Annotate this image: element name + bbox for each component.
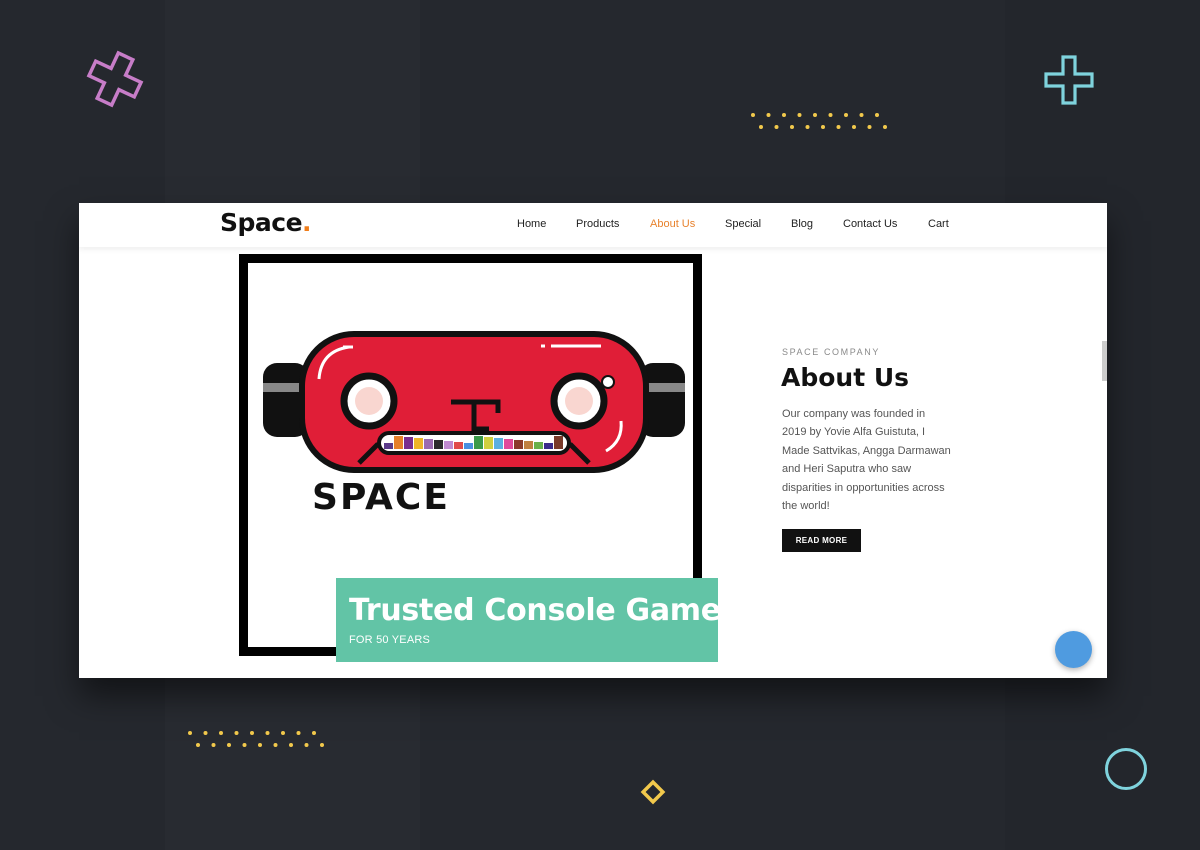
mascot-tooth <box>424 439 433 449</box>
robot-mascot-icon: SPACE <box>263 331 685 518</box>
mascot-tooth <box>524 441 533 449</box>
mascot-tooth <box>454 442 463 449</box>
brand-dot: . <box>302 208 312 237</box>
mascot-tooth <box>474 436 483 449</box>
nav-item-contact-us[interactable]: Contact Us <box>843 218 897 230</box>
mascot-tooth <box>464 443 473 449</box>
read-more-button[interactable]: READ MORE <box>782 529 861 552</box>
about-title: About Us <box>781 363 910 392</box>
plus-shape-pink-icon <box>86 50 144 108</box>
section-eyebrow: SPACE COMPANY <box>782 347 880 357</box>
plus-shape-cyan-icon <box>1044 55 1094 105</box>
nav-item-special[interactable]: Special <box>725 218 761 230</box>
brand-logo[interactable]: Space. <box>220 208 312 237</box>
nav-item-about-us[interactable]: About Us <box>650 218 695 230</box>
mascot-tooth <box>484 437 493 449</box>
dot-pattern <box>188 731 324 747</box>
nav-item-products[interactable]: Products <box>576 218 619 230</box>
brand-name: Space <box>220 208 303 237</box>
badge-subtitle: FOR 50 YEARS <box>349 634 431 646</box>
mascot-tooth <box>504 439 513 449</box>
mascot-tooth <box>554 436 563 449</box>
navbar: Space. Home Products About Us Special Bl… <box>79 203 1107 247</box>
nav-item-cart[interactable]: Cart <box>928 218 949 230</box>
mascot-tooth <box>444 441 453 449</box>
mascot-tooth <box>414 438 423 449</box>
hero-badge: Trusted Console Game FOR 50 YEARS <box>336 578 721 662</box>
mascot-tooth <box>534 442 543 449</box>
mascot-tooth <box>514 440 523 449</box>
diamond-icon <box>640 779 666 805</box>
badge-title: Trusted Console Game <box>349 593 721 628</box>
mascot-tooth <box>404 437 413 449</box>
nav-item-home[interactable]: Home <box>517 218 546 230</box>
mascot-tooth <box>544 443 553 449</box>
about-body: Our company was founded in 2019 by Yovie… <box>782 408 951 513</box>
mascot-tooth <box>494 438 503 449</box>
scrollbar[interactable] <box>1102 341 1107 381</box>
website-screenshot: Space. Home Products About Us Special Bl… <box>79 203 1107 678</box>
mascot-tooth <box>394 436 403 449</box>
mascot-tooth <box>434 440 443 449</box>
mascot-tooth <box>384 443 393 449</box>
nav-item-blog[interactable]: Blog <box>791 218 813 230</box>
ring-icon <box>1105 748 1147 790</box>
floating-action-button[interactable] <box>1055 631 1092 668</box>
mascot-logo-text: SPACE <box>312 477 450 518</box>
dot-pattern <box>751 113 887 129</box>
